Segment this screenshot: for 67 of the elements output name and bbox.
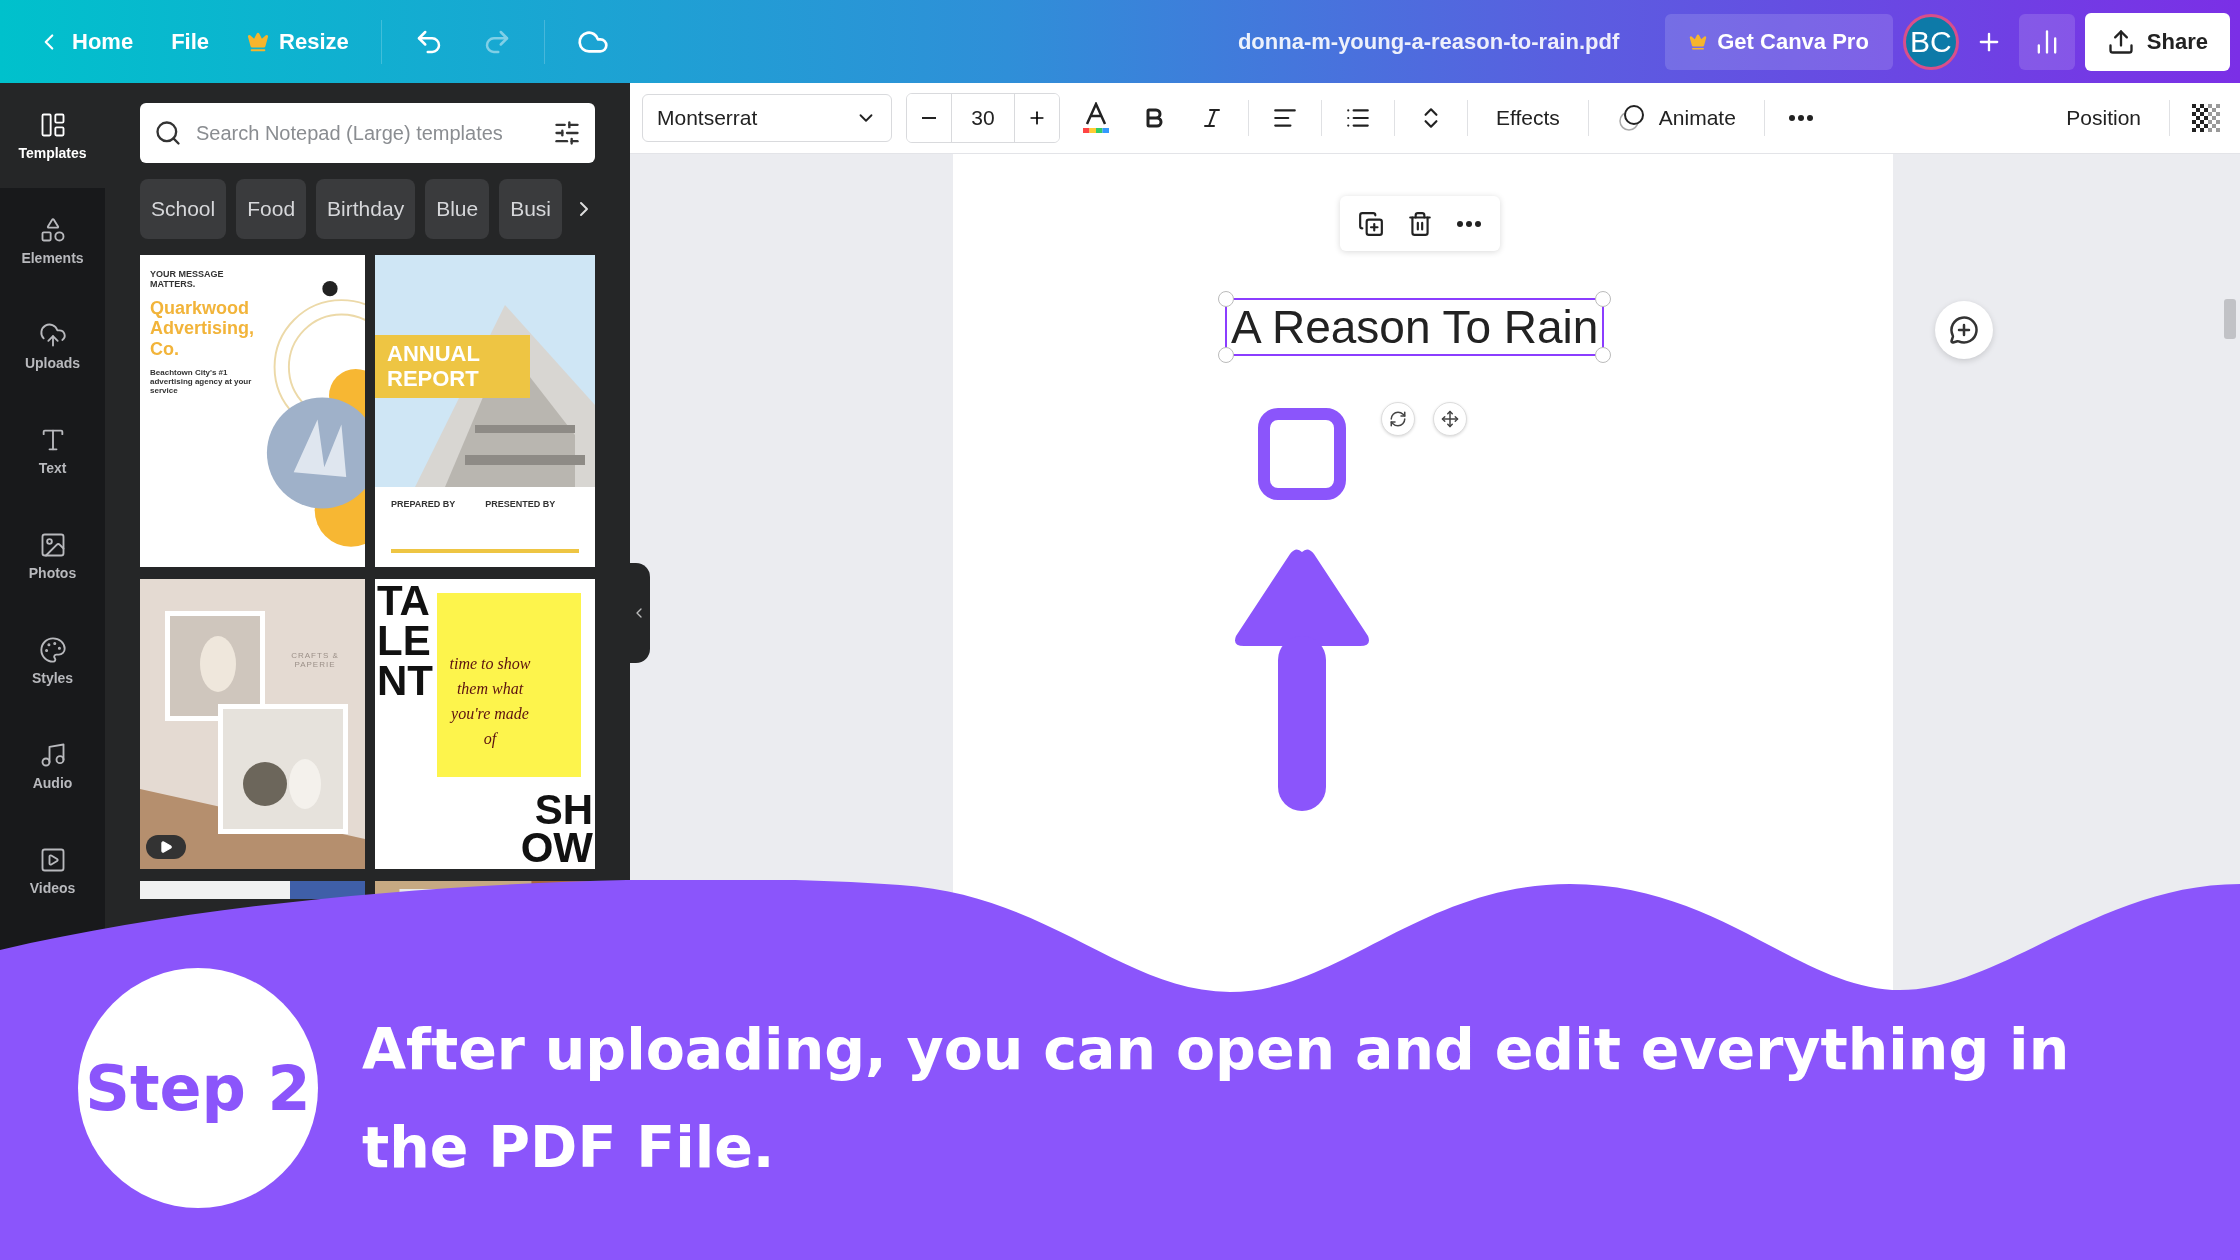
resize-handle[interactable] bbox=[1218, 347, 1234, 363]
rotate-handle[interactable] bbox=[1381, 402, 1415, 436]
animate-icon bbox=[1616, 103, 1647, 133]
poster-headline: OW bbox=[520, 829, 593, 867]
report-label: PRESENTED BY bbox=[485, 499, 556, 510]
effects-button[interactable]: Effects bbox=[1482, 94, 1574, 142]
side-nav-item[interactable]: Text bbox=[0, 398, 105, 503]
font-dropdown[interactable]: Montserrat bbox=[642, 94, 892, 142]
rotate-icon bbox=[1389, 410, 1407, 428]
resize-handle[interactable] bbox=[1595, 291, 1612, 307]
flyer-tagline: Beachtown City's #1 advertising agency at your service bbox=[150, 367, 253, 396]
position-button[interactable]: Position bbox=[2052, 94, 2155, 142]
insights-button[interactable] bbox=[2018, 13, 2075, 70]
move-handle[interactable] bbox=[1433, 402, 1467, 436]
side-nav-item[interactable]: Elements bbox=[0, 188, 105, 293]
poster-headline: SH bbox=[533, 791, 593, 829]
poster-headline: NT bbox=[377, 661, 433, 701]
side-nav-item[interactable]: Styles bbox=[0, 608, 105, 713]
category-chip[interactable]: School bbox=[140, 179, 227, 239]
poster-headline: LE bbox=[377, 621, 432, 661]
more-icon bbox=[1457, 220, 1482, 227]
palette-icon bbox=[38, 635, 67, 664]
trash-icon bbox=[1407, 210, 1433, 237]
user-avatar[interactable]: BC bbox=[1902, 13, 1959, 70]
side-nav-item[interactable]: Templates bbox=[0, 83, 105, 188]
resize-handle[interactable] bbox=[1218, 291, 1234, 307]
category-chip[interactable]: Busi bbox=[499, 179, 563, 239]
side-nav-item[interactable]: Audio bbox=[0, 713, 105, 818]
minus-icon bbox=[922, 117, 936, 119]
crown-icon bbox=[1689, 32, 1708, 51]
template-thumbnail[interactable]: ANNUAL REPORT PREPARED BY PRESENTED BY bbox=[375, 255, 595, 567]
side-nav-item[interactable]: Uploads bbox=[0, 293, 105, 398]
side-nav-item[interactable]: Photos bbox=[0, 503, 105, 608]
search-bar[interactable]: Search Notepad (Large) templates bbox=[140, 103, 595, 163]
collapse-handle[interactable] bbox=[628, 563, 650, 663]
scrollbar-thumb[interactable] bbox=[2224, 299, 2236, 339]
share-icon bbox=[2106, 27, 2135, 56]
comment-icon bbox=[1949, 315, 1979, 345]
transparency-icon bbox=[2192, 104, 2220, 132]
category-chip[interactable]: Blue bbox=[425, 179, 490, 239]
category-chip[interactable]: Food bbox=[236, 179, 307, 239]
file-name: donna-m-young-a-reason-to-rain.pdf bbox=[1237, 28, 1620, 55]
template-thumbnail[interactable]: YOUR MESSAGE MATTERS. Quarkwood Advertising, Co. Beachtown City's #1 advertising agency at your service bbox=[140, 255, 365, 567]
step-caption: After uploading, you can open and edit everything in the PDF File. bbox=[362, 1015, 2071, 1182]
crown-icon bbox=[247, 30, 270, 53]
flyer-title: Quarkwood Advertising, Co. bbox=[150, 297, 256, 360]
animate-button[interactable]: Animate bbox=[1602, 94, 1750, 142]
report-title: ANNUAL REPORT bbox=[387, 341, 481, 392]
filter-icon bbox=[553, 119, 581, 147]
report-label: PREPARED BY bbox=[391, 499, 456, 510]
duplicate-icon bbox=[1357, 210, 1384, 237]
move-icon bbox=[1441, 410, 1459, 428]
share-button[interactable]: Share bbox=[2084, 12, 2230, 71]
search-icon bbox=[154, 119, 182, 147]
category-chip[interactable]: Birthday bbox=[316, 179, 416, 239]
template-thumbnail[interactable]: TA LE NT time to show them what you're made of SH OW bbox=[375, 579, 595, 869]
more-icon bbox=[1788, 115, 1813, 121]
play-icon bbox=[159, 840, 173, 854]
flyer-eyebrow: YOUR MESSAGE MATTERS. bbox=[150, 269, 225, 290]
poster-text: time to show them what you're made of bbox=[448, 654, 532, 750]
resize-handle[interactable] bbox=[1595, 347, 1612, 363]
side-nav-item[interactable]: Videos bbox=[0, 818, 105, 923]
get-pro-button[interactable]: Get Canva Pro bbox=[1665, 13, 1893, 70]
text-color-icon bbox=[1081, 102, 1111, 134]
comment-button[interactable] bbox=[1935, 301, 1993, 359]
poster-headline: TA bbox=[377, 581, 431, 621]
brand-name: CRAFTS & PAPERIE bbox=[290, 651, 340, 670]
